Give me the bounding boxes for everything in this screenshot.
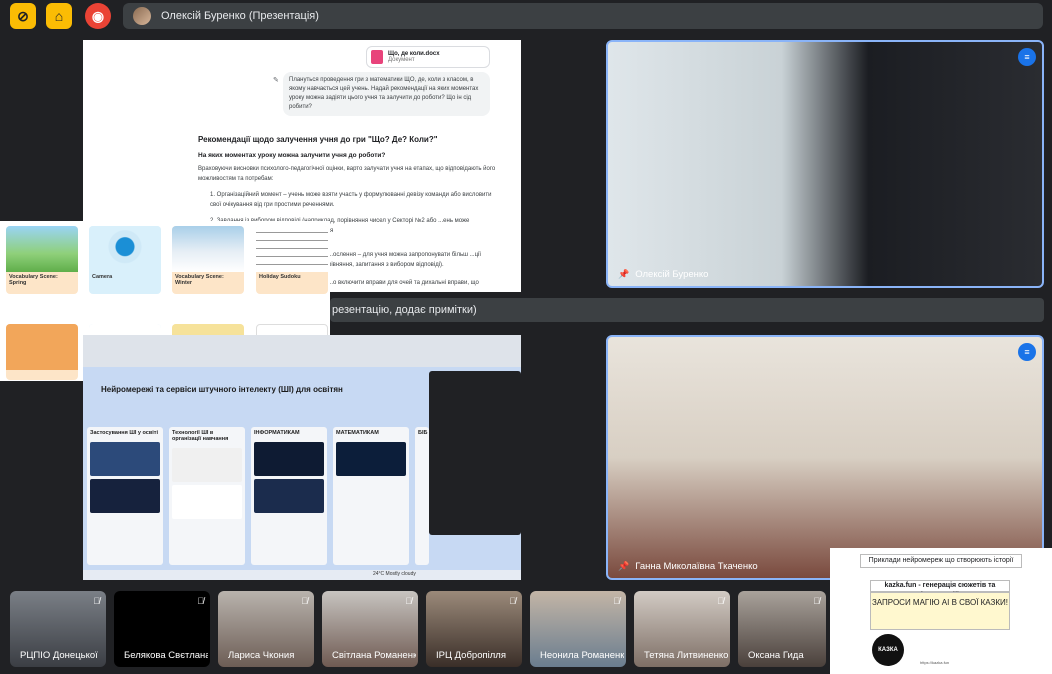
- screen-share-2: Нейромережі та сервіси штучного інтелект…: [83, 335, 521, 580]
- app-card[interactable]: Vocabulary Scene: Spring: [6, 226, 78, 294]
- app-thumbnail: [6, 226, 78, 272]
- app-card-label: Vocabulary Scene: Spring: [9, 274, 58, 286]
- mic-off-icon: 🎙̸: [717, 596, 724, 606]
- app-card[interactable]: Vocabulary Scene: Winter: [172, 226, 244, 294]
- slide-cta: ЗАПРОСИ МАГІЮ AI В СВОЇ КАЗКИ!: [870, 592, 1010, 630]
- kazka-logo: КАЗКА: [872, 634, 904, 666]
- mic-off-icon: 🎙̸: [301, 596, 308, 606]
- mic-off-icon: 🎙̸: [93, 596, 100, 606]
- participant-name: Оксана Гида: [748, 650, 804, 661]
- weather-status: 24°C Mostly cloudy: [373, 571, 416, 577]
- participant-tile[interactable]: 🎙̸ Лариса Чкония: [218, 591, 314, 667]
- file-type: Документ: [388, 57, 415, 63]
- app-thumbnail: [256, 226, 328, 272]
- app-card[interactable]: Camera: [89, 226, 161, 294]
- post-thumbnail[interactable]: [172, 448, 242, 482]
- padlet-heading: Нейромережі та сервіси штучного інтелект…: [101, 385, 343, 394]
- participant-tile[interactable]: 🎙̸ Тетяна Литвиненко: [634, 591, 730, 667]
- participant-tile[interactable]: 🎙̸ Оксана Гида: [738, 591, 826, 667]
- app-card[interactable]: Holiday Sudoku: [256, 226, 328, 294]
- mic-off-icon: 🎙̸: [613, 596, 620, 606]
- doc-heading: Рекомендації щодо залучення учня до гри …: [198, 135, 438, 144]
- participant-name: Тетяна Литвиненко: [644, 650, 728, 661]
- participant-name: Ганна Миколаївна Ткаченко: [635, 561, 758, 572]
- post-thumbnail[interactable]: [254, 442, 324, 476]
- browser-chrome: [83, 335, 521, 367]
- mic-off-icon: 🎙̸: [813, 596, 820, 606]
- app-thumbnail: [172, 226, 244, 272]
- doc-paragraph: Враховуючи висновки психолого-педагогічн…: [198, 166, 496, 182]
- column-title: БІБ: [418, 430, 428, 436]
- app-card-label: Holiday Sudoku: [259, 274, 301, 280]
- column-title: Технології ШІ в організації навчання: [172, 430, 229, 442]
- column-title: Застосування ШІ у освіті: [90, 430, 158, 436]
- no-captions-icon[interactable]: ⊘: [10, 3, 36, 29]
- present-icon[interactable]: ⌂: [46, 3, 72, 29]
- mic-off-icon: 🎙̸: [405, 596, 412, 606]
- participant-name: РЦПІО Донецької: [20, 650, 98, 661]
- caption-text: резентацію, додає примітки): [332, 304, 477, 316]
- presentation-title: Олексій Буренко (Презентація): [161, 10, 319, 22]
- slide-title: Приклади нейромереж що створюють історії: [860, 554, 1022, 568]
- board-column: ІНФОРМАТИКАМ: [251, 427, 327, 565]
- edit-icon[interactable]: ✎: [273, 76, 279, 84]
- doc-subheading: На яких моментах уроку можна залучити уч…: [198, 152, 386, 159]
- post-thumbnail[interactable]: [172, 485, 242, 519]
- post-thumbnail[interactable]: [336, 442, 406, 476]
- participant-tile[interactable]: 🎙̸ ІРЦ Добропілля: [426, 591, 522, 667]
- mic-off-icon: 🎙̸: [509, 596, 516, 606]
- mic-off-icon: 🎙̸: [197, 596, 204, 606]
- board-column: МАТЕМАТИКАМ: [333, 427, 409, 565]
- participant-name-tag: 📌 Олексій Буренко: [618, 269, 708, 280]
- participant-name: Неонила Романенко: [540, 650, 624, 661]
- top-bar: ⊘ ⌂ ◉ Олексій Буренко (Презентація): [0, 0, 1052, 32]
- participant-tile[interactable]: 🎙̸ Світлана Романенко: [322, 591, 418, 667]
- participant-tile[interactable]: 🎙̸ Неонила Романенко: [530, 591, 626, 667]
- post-thumbnail[interactable]: [254, 479, 324, 513]
- participant-name: Лариса Чкония: [228, 650, 295, 661]
- attached-file-card[interactable]: Що, де коли.docx Документ: [366, 46, 490, 68]
- pin-icon[interactable]: 📌: [618, 269, 629, 280]
- column-title: ІНФОРМАТИКАМ: [254, 430, 300, 436]
- caption-bar: резентацію, додає примітки): [330, 298, 1044, 322]
- app-card[interactable]: [6, 324, 78, 380]
- app-card-label: Vocabulary Scene: Winter: [175, 274, 224, 286]
- slide-site-line: kazka.fun - генерація сюжетів та ілюстра…: [870, 580, 1010, 599]
- board-column: БІБ: [415, 427, 429, 565]
- app-thumbnail: [6, 324, 78, 370]
- participant-name: Світлана Романенко: [332, 650, 416, 661]
- board-column: Застосування ШІ у освіті: [87, 427, 163, 565]
- camera-icon: [89, 226, 161, 272]
- doc-paragraph: ...ослення – для учня можна запропонуват…: [328, 252, 482, 268]
- speaking-indicator-icon: ≡: [1018, 48, 1036, 66]
- speaker-tile[interactable]: ≡ 📌 Олексій Буренко: [606, 40, 1044, 288]
- participant-tile[interactable]: 🎙̸ РЦПІО Донецької: [10, 591, 106, 667]
- participant-name: ІРЦ Добропілля: [436, 650, 506, 661]
- participant-tile[interactable]: 🎙̸ Белякова Свєтлана: [114, 591, 210, 667]
- column-title: МАТЕМАТИКАМ: [336, 430, 379, 436]
- board-column: Технології ШІ в організації навчання: [169, 427, 245, 565]
- post-thumbnail[interactable]: [336, 479, 406, 513]
- participant-name: Олексій Буренко: [635, 269, 709, 280]
- presentation-title-bar[interactable]: Олексій Буренко (Презентація): [123, 3, 1043, 29]
- speaking-indicator-icon: ≡: [1018, 343, 1036, 361]
- pin-icon[interactable]: 📌: [618, 561, 629, 572]
- post-thumbnail[interactable]: [90, 479, 160, 513]
- doc-paragraph: ...о включити вправи для очей та дихальн…: [328, 280, 479, 286]
- doc-list-item: 1. Організаційний момент – учень може вз…: [210, 192, 492, 208]
- avatar: [133, 7, 151, 25]
- participant-name-tag: 📌 Ганна Миколаївна Ткаченко: [618, 561, 758, 572]
- post-thumbnail[interactable]: [90, 442, 160, 476]
- speaker-tile[interactable]: ≡ 📌 Ганна Миколаївна Ткаченко: [606, 335, 1044, 580]
- document-icon: [371, 50, 383, 64]
- kazka-slide: Приклади нейромереж що створюють історії…: [830, 548, 1052, 674]
- app-card-label: Camera: [92, 274, 113, 280]
- participant-name: Белякова Свєтлана: [124, 650, 208, 661]
- record-icon[interactable]: ◉: [85, 3, 111, 29]
- user-prompt: Плануться проведення гри з математики ЩО…: [283, 72, 490, 116]
- mini-meet-window[interactable]: [429, 371, 521, 535]
- slide-url: https://kazka.fun: [920, 660, 950, 665]
- taskbar: 24°C Mostly cloudy: [83, 570, 521, 580]
